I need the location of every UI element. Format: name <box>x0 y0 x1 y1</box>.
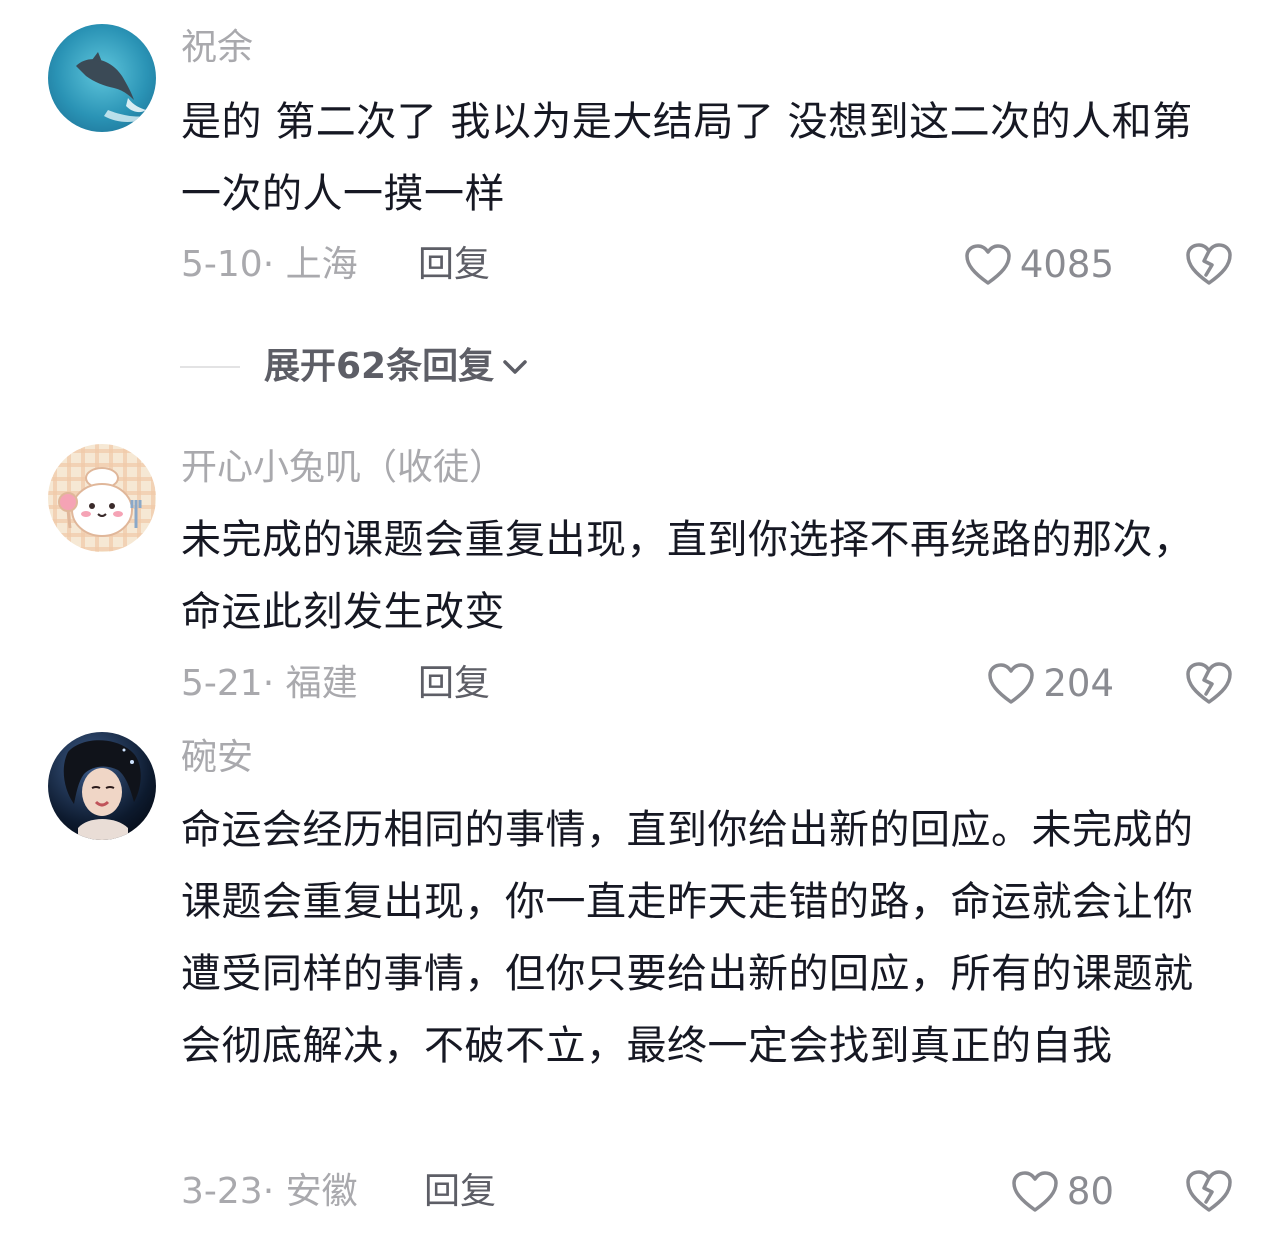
comment-text: 命运会经历相同的事情，直到你给出新的回应。未完成的课题会重复出现，你一直走昨天走… <box>181 807 1194 1069</box>
like-button[interactable]: 80 <box>1011 1168 1114 1216</box>
like-count: 204 <box>1043 662 1114 705</box>
girl-photo-avatar-icon <box>48 732 156 840</box>
comment-date: 5-21 <box>181 663 263 704</box>
like-count: 4085 <box>1019 243 1114 286</box>
dislike-button[interactable] <box>1184 1168 1234 1216</box>
comment-date: 5-10 <box>181 244 263 285</box>
broken-heart-icon <box>1186 1170 1232 1212</box>
heart-icon <box>988 663 1035 704</box>
comment-text: 是的 第二次了 我以为是大结局了 没想到这二次的人和第一次的人一摸一样 <box>181 99 1193 217</box>
comment-date: 3-23 <box>181 1171 263 1212</box>
avatar[interactable] <box>48 444 156 552</box>
broken-heart-icon <box>1186 243 1232 285</box>
reply-button[interactable]: 回复 <box>418 662 490 706</box>
dislike-button[interactable] <box>1184 241 1234 289</box>
avatar[interactable] <box>48 24 156 132</box>
reply-button[interactable]: 回复 <box>424 1170 496 1214</box>
broken-heart-icon <box>1186 662 1232 704</box>
like-button[interactable]: 204 <box>987 660 1114 708</box>
expand-replies[interactable]: 展开62条回复 <box>180 344 530 390</box>
chevron-down-icon <box>503 360 527 374</box>
comment-username[interactable]: 开心小兔叽（收徒） <box>181 446 505 490</box>
comment-meta: 5-21· 福建 <box>181 662 358 706</box>
expand-replies-label: 展开62条回复 <box>264 346 495 387</box>
reply-button[interactable]: 回复 <box>418 243 490 287</box>
cartoon-chef-bunny-avatar-icon <box>48 444 156 552</box>
dolphin-ocean-avatar-icon <box>48 24 156 132</box>
comment-username[interactable]: 祝余 <box>181 26 253 70</box>
comment-meta: 3-23· 安徽 <box>181 1170 358 1214</box>
expand-divider <box>180 366 240 368</box>
like-count: 80 <box>1066 1170 1114 1213</box>
heart-icon <box>965 244 1011 285</box>
comment-meta: 5-10· 上海 <box>181 243 358 287</box>
comment-location: 福建 <box>285 663 358 704</box>
heart-icon <box>1012 1171 1058 1212</box>
meta-separator: · <box>262 244 275 285</box>
meta-separator: · <box>262 663 275 704</box>
meta-separator: · <box>262 1171 275 1212</box>
dislike-button[interactable] <box>1184 660 1234 708</box>
avatar[interactable] <box>48 732 156 840</box>
comment-username[interactable]: 碗安 <box>181 736 253 780</box>
comment-location: 安徽 <box>285 1171 358 1212</box>
like-button[interactable]: 4085 <box>964 241 1114 289</box>
comment-location: 上海 <box>285 244 358 285</box>
comment-text: 未完成的课题会重复出现，直到你选择不再绕路的那次，命运此刻发生改变 <box>181 517 1194 635</box>
